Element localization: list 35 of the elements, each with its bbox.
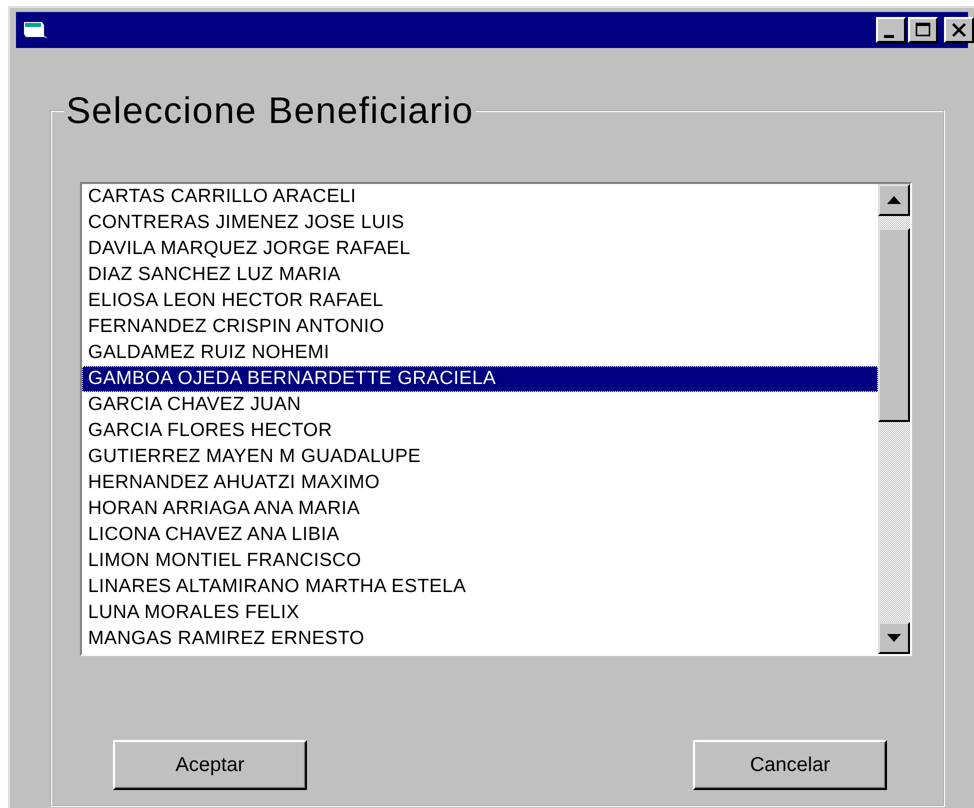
list-item[interactable]: DIAZ SANCHEZ LUZ MARIA bbox=[82, 262, 878, 288]
minimize-icon bbox=[884, 34, 894, 38]
list-item[interactable]: HORAN ARRIAGA ANA MARIA bbox=[82, 496, 878, 522]
dialog-button[interactable]: Cancelar bbox=[693, 740, 887, 790]
list-item[interactable]: CARTAS CARRILLO ARACELI bbox=[82, 184, 878, 210]
window-icon[interactable] bbox=[22, 19, 50, 41]
close-button[interactable] bbox=[944, 17, 974, 43]
scroll-thumb[interactable] bbox=[878, 228, 910, 422]
down-arrow-icon bbox=[887, 634, 901, 642]
list-item[interactable]: LIMON MONTIEL FRANCISCO bbox=[82, 548, 878, 574]
list-item[interactable]: ELIOSA LEON HECTOR RAFAEL bbox=[82, 288, 878, 314]
maximize-button[interactable] bbox=[908, 17, 938, 43]
list-item[interactable]: DAVILA MARQUEZ JORGE RAFAEL bbox=[82, 236, 878, 262]
list-item[interactable]: GALDAMEZ RUIZ NOHEMI bbox=[82, 340, 878, 366]
list-item[interactable]: GARCIA FLORES HECTOR bbox=[82, 418, 878, 444]
list-box[interactable] bbox=[80, 182, 912, 656]
scrollbar[interactable] bbox=[878, 184, 910, 654]
list-item[interactable]: LICONA CHAVEZ ANA LIBIA bbox=[82, 522, 878, 548]
dialog-button[interactable]: Aceptar bbox=[113, 740, 307, 790]
list-item[interactable]: LUNA MORALES FELIX bbox=[82, 600, 878, 626]
list-item[interactable]: MANGAS RAMIREZ ERNESTO bbox=[82, 626, 878, 652]
scroll-up-button[interactable] bbox=[878, 184, 910, 216]
list-item[interactable]: GARCIA CHAVEZ JUAN bbox=[82, 392, 878, 418]
minimize-button[interactable] bbox=[876, 17, 906, 43]
list-item[interactable]: GUTIERREZ MAYEN M GUADALUPE bbox=[82, 444, 878, 470]
list-item[interactable]: GAMBOA OJEDA BERNARDETTE GRACIELA bbox=[82, 366, 878, 392]
list-item[interactable]: LINARES ALTAMIRANO MARTHA ESTELA bbox=[82, 574, 878, 600]
list-item[interactable]: FERNANDEZ CRISPIN ANTONIO bbox=[82, 314, 878, 340]
maximize-icon bbox=[913, 21, 933, 39]
group-title: Seleccione Beneficiario bbox=[65, 90, 475, 132]
scroll-down-button[interactable] bbox=[878, 622, 910, 654]
list-item[interactable]: HERNANDEZ AHUATZI MAXIMO bbox=[82, 470, 878, 496]
list-item[interactable]: CONTRERAS JIMENEZ JOSE LUIS bbox=[82, 210, 878, 236]
up-arrow-icon bbox=[887, 196, 901, 204]
close-icon bbox=[949, 21, 969, 39]
